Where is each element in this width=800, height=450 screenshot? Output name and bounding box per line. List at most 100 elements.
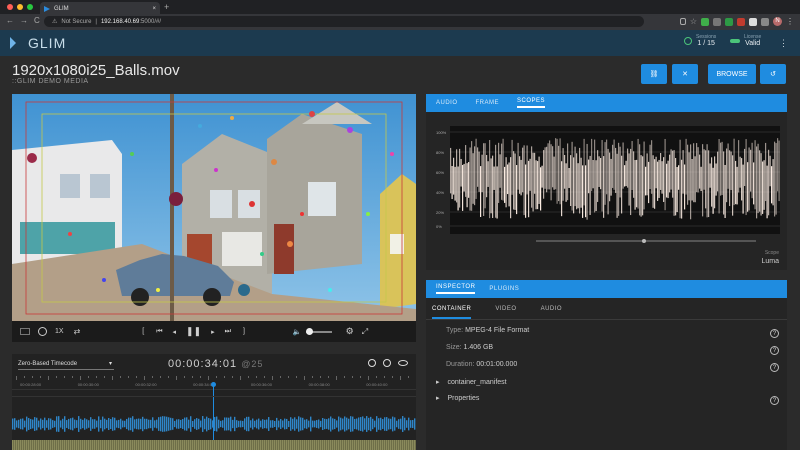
close-window-button[interactable] xyxy=(7,4,13,10)
current-timecode: 00:00:34:01 @25 xyxy=(168,358,263,370)
scope-scrubber-thumb[interactable] xyxy=(642,239,646,243)
extension-green-icon[interactable] xyxy=(701,17,709,26)
help-icon[interactable]: ? xyxy=(770,329,779,338)
type-value: MPEG-4 File Format xyxy=(465,327,530,334)
scope-trace xyxy=(474,146,476,206)
extension-red-icon[interactable] xyxy=(737,17,745,26)
close-tab-icon[interactable]: × xyxy=(152,6,156,12)
scope-scrubber[interactable] xyxy=(536,239,756,243)
waveform-bar xyxy=(38,420,40,428)
container-manifest-row[interactable]: ▸ container_manifest xyxy=(426,378,787,394)
scope-trace xyxy=(681,159,683,219)
step-forward-icon[interactable]: ▸ xyxy=(211,328,215,336)
volume-icon[interactable]: 🔈 xyxy=(293,328,302,336)
help-icon[interactable]: ? xyxy=(770,363,779,372)
ruler-tick xyxy=(240,376,241,380)
waveform-bar xyxy=(224,417,226,431)
zoom-out-icon[interactable] xyxy=(368,359,376,367)
extension-grey-icon[interactable] xyxy=(713,17,721,26)
subtab-audio[interactable]: AUDIO xyxy=(541,306,563,312)
scope-trace xyxy=(606,139,608,195)
app-menu-icon[interactable]: ⋮ xyxy=(779,38,788,49)
help-icon[interactable]: ? xyxy=(770,396,779,405)
mark-out-icon[interactable]: ] xyxy=(243,328,245,335)
subtab-container[interactable]: CONTAINER xyxy=(432,306,472,319)
browser-menu-icon[interactable]: ⋮ xyxy=(786,17,794,26)
playback-speed[interactable]: 1X xyxy=(55,328,64,335)
waveform-bar xyxy=(148,419,150,429)
pause-icon[interactable]: ❚❚ xyxy=(186,326,201,337)
tab-inspector[interactable]: INSPECTOR xyxy=(436,284,476,294)
help-icon[interactable]: ? xyxy=(770,346,779,355)
loop-icon[interactable]: ⇄ xyxy=(74,327,81,336)
zoom-window-button[interactable] xyxy=(27,4,33,10)
profile-avatar[interactable]: N xyxy=(773,17,782,26)
waveform-bar xyxy=(118,419,120,429)
extension-shield-icon[interactable] xyxy=(725,17,733,26)
scope-trace xyxy=(501,143,503,200)
scope-trace xyxy=(715,163,717,196)
tab-audio[interactable]: AUDIO xyxy=(436,100,458,106)
tab-scopes[interactable]: SCOPES xyxy=(517,98,546,108)
waveform-bar xyxy=(154,420,156,428)
clock-icon[interactable] xyxy=(38,327,47,336)
ruler-tick xyxy=(200,376,201,378)
waveform-bar xyxy=(362,416,364,432)
extension-pdf-icon[interactable] xyxy=(749,17,757,26)
scope-trace xyxy=(553,156,555,190)
scope-type-value[interactable]: Luma xyxy=(761,258,779,265)
close-file-button[interactable]: ✕ xyxy=(672,64,698,84)
share-icon[interactable] xyxy=(679,18,686,25)
browser-tab[interactable]: GLIM × xyxy=(40,2,160,14)
tab-plugins[interactable]: PLUGINS xyxy=(489,286,519,292)
captions-icon[interactable] xyxy=(20,328,30,335)
visibility-eye-icon[interactable] xyxy=(398,360,408,366)
new-tab-button[interactable]: + xyxy=(164,2,169,12)
extension-cube-icon[interactable] xyxy=(761,17,769,26)
zoom-in-icon[interactable] xyxy=(383,359,391,367)
scope-trace xyxy=(556,138,558,204)
scope-trace xyxy=(562,148,564,201)
skip-end-icon[interactable]: ⏭ xyxy=(225,328,231,336)
browse-button[interactable]: BROWSE xyxy=(708,64,756,84)
scope-trace xyxy=(522,147,524,193)
settings-gear-icon[interactable]: ⚙ xyxy=(346,326,354,337)
scope-trace xyxy=(456,149,458,203)
link-button[interactable]: ⛓ xyxy=(641,64,667,84)
properties-row[interactable]: ▸ Properties ? xyxy=(426,394,787,410)
reload-icon[interactable]: C xyxy=(34,16,40,25)
scope-trace xyxy=(724,164,726,218)
track-lane-empty xyxy=(12,396,416,408)
scope-trace xyxy=(580,157,582,208)
timecode-mode-select[interactable]: Zero-Based Timecode ▾ xyxy=(18,358,114,370)
waveform-bar xyxy=(50,418,52,430)
back-icon[interactable]: ← xyxy=(6,16,14,25)
browser-tab-title: GLIM xyxy=(54,6,69,12)
scope-trace xyxy=(625,160,627,187)
history-button[interactable]: ↺ xyxy=(760,64,786,84)
tab-frame[interactable]: FRAME xyxy=(476,100,500,106)
forward-icon[interactable]: → xyxy=(20,16,28,25)
glim-logo[interactable]: GLIM xyxy=(10,35,66,51)
waveform-bar xyxy=(318,419,320,429)
minimize-window-button[interactable] xyxy=(17,4,23,10)
skip-start-icon[interactable]: ⏮ xyxy=(156,328,162,336)
waveform-bar xyxy=(384,417,386,431)
fullscreen-icon[interactable]: ⤢ xyxy=(362,327,368,337)
scope-trace xyxy=(594,139,596,213)
ruler-tick xyxy=(368,376,369,380)
bookmark-icon[interactable]: ☆ xyxy=(690,17,697,26)
ruler-tick xyxy=(216,376,217,378)
scope-trace xyxy=(450,147,452,194)
step-back-icon[interactable]: ◂ xyxy=(173,328,177,336)
subtab-video[interactable]: VIDEO xyxy=(495,306,516,312)
video-frame[interactable] xyxy=(12,94,416,321)
scope-trace xyxy=(532,152,534,212)
address-bar[interactable]: ⚠ Not Secure | 192.168.40.69:5000/#/ xyxy=(44,16,644,27)
scope-trace xyxy=(733,138,735,206)
url-separator: | xyxy=(95,18,97,25)
volume-slider-thumb[interactable] xyxy=(305,327,313,335)
mark-in-icon[interactable]: [ xyxy=(142,328,144,335)
volume-slider[interactable] xyxy=(305,327,332,335)
ruler-tick xyxy=(264,376,265,378)
